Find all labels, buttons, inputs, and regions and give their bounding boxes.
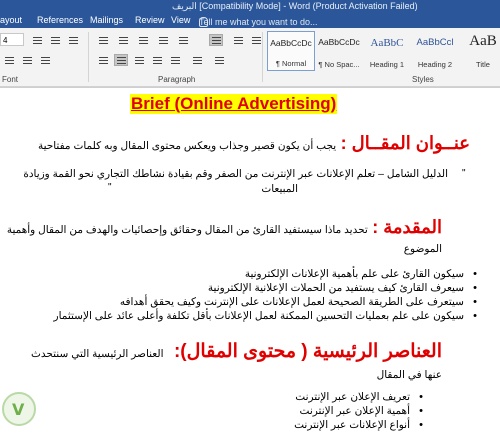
section-heading-title: عنــوان المقــال : <box>340 133 470 153</box>
quote-line-2: المبيعات <box>261 183 298 195</box>
list-item: أهمية الإعلان عبر الإنترنت <box>300 405 424 417</box>
style-normal[interactable]: AaBbCcDc ¶ Normal <box>267 31 315 71</box>
align-left-icon[interactable] <box>96 54 110 66</box>
styles-group-label: Styles <box>412 75 434 84</box>
bullets-icon[interactable] <box>96 34 110 46</box>
font-color-icon[interactable] <box>38 54 52 66</box>
style-title[interactable]: AaB Title <box>459 31 500 71</box>
shading-icon[interactable] <box>190 54 204 66</box>
list-item: سيتعرف على الطريقة الصحيحة لعمل الإعلانا… <box>120 296 477 308</box>
style-preview: AaB <box>469 33 497 49</box>
tell-me-label: Tell me what you want to do... <box>199 17 318 27</box>
ribbon-tabs: ayout References Mailings Review View Te… <box>0 13 500 28</box>
multilevel-list-icon[interactable] <box>136 34 150 46</box>
style-name: Title <box>476 60 490 69</box>
sort-icon[interactable] <box>231 34 245 46</box>
watermark-logo: V <box>2 392 36 426</box>
show-marks-icon[interactable] <box>249 34 263 46</box>
tab-view[interactable]: View <box>171 15 190 25</box>
change-case-icon[interactable] <box>66 34 80 46</box>
style-no-spacing[interactable]: AaBbCcDc ¶ No Spac... <box>315 31 363 71</box>
font-group-label: Font <box>2 75 19 84</box>
title-bar: البريف [Compatibility Mode] - Word (Prod… <box>0 0 500 13</box>
section-title-line: عنــوان المقــال : يجب أن يكون قصير وجذا… <box>38 130 470 159</box>
tab-review[interactable]: Review <box>135 15 165 25</box>
tab-layout[interactable]: ayout <box>0 15 22 25</box>
list-item: سيعرف القارئ كيف يستفيد من الحملات الإعل… <box>208 282 477 294</box>
line-spacing-icon[interactable] <box>168 54 182 66</box>
rtl-direction-icon[interactable] <box>209 34 223 46</box>
quote-mark: " <box>108 182 112 193</box>
style-heading-1[interactable]: AaBbC Heading 1 <box>363 31 411 71</box>
justify-icon[interactable] <box>150 54 164 66</box>
align-center-icon[interactable] <box>114 54 128 66</box>
section-heading-elements: العناصر الرئيسية ( محتوى المقال): <box>173 341 442 362</box>
list-item: سيكون على علم بعمليات التحسين الممكنة لع… <box>54 310 477 322</box>
document-title: Brief (Online Advertising) <box>130 94 338 114</box>
quote-line-1: الدليل الشامل – تعلم الإعلانات عبر الإنت… <box>23 168 448 180</box>
section-heading-intro: المقدمة : <box>372 217 442 237</box>
list-item: تعريف الإعلان عبر الإنترنت <box>295 391 422 403</box>
section-elements-line: العناصر الرئيسية ( محتوى المقال): العناص… <box>31 338 442 368</box>
borders-icon[interactable] <box>212 54 226 66</box>
separator <box>262 32 263 82</box>
document-area: Brief (Online Advertising) عنــوان المقـ… <box>0 87 500 436</box>
align-right-icon[interactable] <box>132 54 146 66</box>
style-name: Heading 2 <box>417 60 453 69</box>
shrink-font-icon[interactable] <box>48 34 62 46</box>
tab-references[interactable]: References <box>37 15 83 25</box>
style-name: ¶ No Spac... <box>318 60 360 69</box>
section-intro-text: تحديد ماذا سيستفيد القارئ من المقال وحقا… <box>6 224 368 236</box>
style-preview: AaBbC <box>370 37 404 49</box>
logo-mark-icon: V <box>12 400 25 419</box>
document-page[interactable]: Brief (Online Advertising) عنــوان المقـ… <box>0 87 500 436</box>
section-elements-text-2: عنها في المقال <box>376 369 442 381</box>
tab-mailings[interactable]: Mailings <box>90 15 123 25</box>
style-preview: AaBbCcl <box>416 37 454 48</box>
window-title: البريف [Compatibility Mode] - Word (Prod… <box>172 1 418 11</box>
highlight-icon[interactable] <box>20 54 34 66</box>
ribbon: 4 Font Paragraph AaBbCcDc ¶ Normal AaBbC… <box>0 28 500 87</box>
styles-gallery: AaBbCcDc ¶ Normal AaBbCcDc ¶ No Spac... … <box>265 31 500 73</box>
font-size-box[interactable]: 4 <box>0 33 24 46</box>
paragraph-group-label: Paragraph <box>158 75 196 84</box>
increase-indent-icon[interactable] <box>176 34 190 46</box>
grow-font-icon[interactable] <box>30 34 44 46</box>
style-heading-2[interactable]: AaBbCcl Heading 2 <box>411 31 459 71</box>
section-intro-text-2: الموضوع <box>403 243 442 255</box>
numbering-icon[interactable] <box>116 34 130 46</box>
decrease-indent-icon[interactable] <box>156 34 170 46</box>
quote-mark: " <box>462 168 466 179</box>
style-name: Heading 1 <box>369 60 405 69</box>
list-item: سيكون القارئ على علم بأهمية الإعلانات ال… <box>245 268 477 280</box>
separator <box>88 32 89 82</box>
section-intro-line: المقدمة : تحديد ماذا سيستفيد القارئ من ا… <box>7 214 442 243</box>
style-preview: AaBbCcDc <box>318 37 360 47</box>
section-title-text: يجب أن يكون قصير وجذاب ويعكس محتوى المقا… <box>37 140 337 152</box>
list-item: أنواع الإعلانات عبر الإنترنت <box>294 419 423 431</box>
text-effects-icon[interactable] <box>2 54 16 66</box>
section-elements-text: العناصر الرئيسية التي سنتحدث <box>30 348 164 360</box>
style-name: ¶ Normal <box>275 59 307 68</box>
style-preview: AaBbCcDc <box>270 38 312 48</box>
